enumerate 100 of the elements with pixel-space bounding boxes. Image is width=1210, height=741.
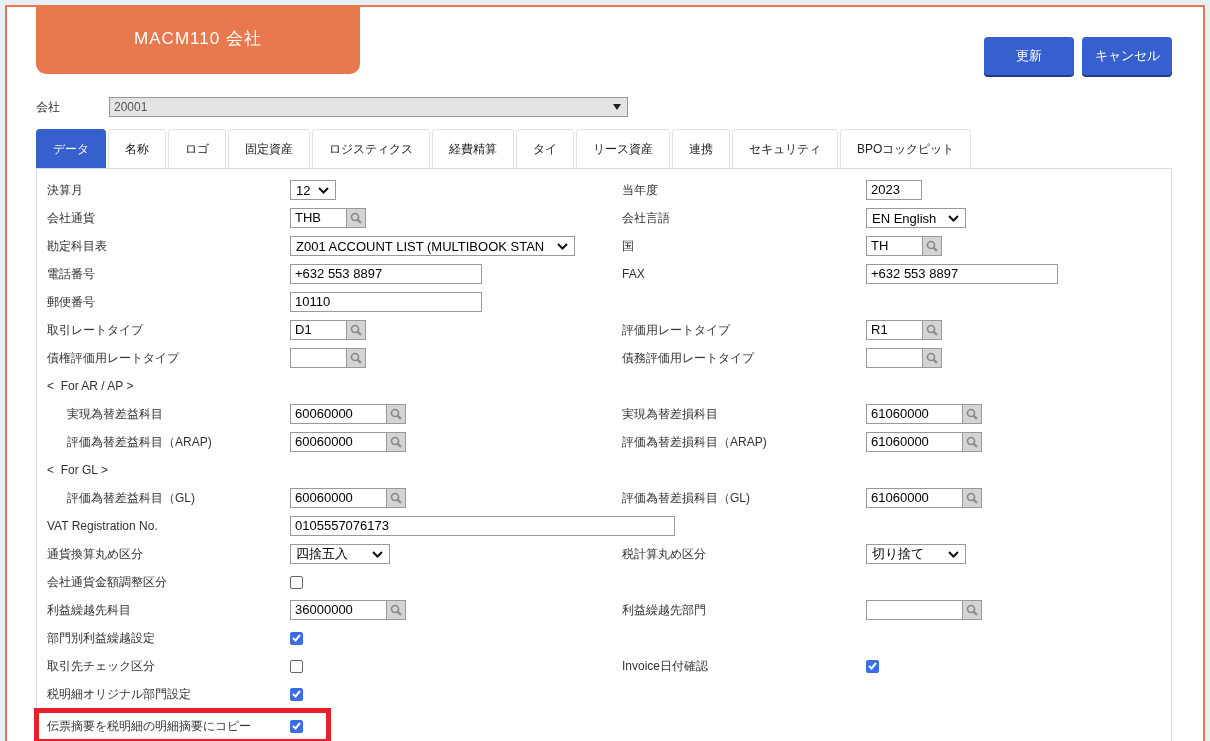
checkbox[interactable] — [290, 631, 303, 645]
tab[interactable]: 連携 — [672, 129, 730, 168]
field-label: 評価用レートタイプ — [622, 321, 732, 339]
lookup-field[interactable]: 36000000 — [290, 600, 386, 620]
search-button[interactable] — [386, 600, 406, 620]
section-heading: < For GL > — [47, 462, 109, 479]
field-label: 税計算丸め区分 — [622, 545, 707, 563]
field-label: 勘定科目表 — [47, 237, 108, 255]
search-icon — [926, 352, 938, 364]
update-button[interactable]: 更新 — [984, 37, 1074, 75]
field-label: 当年度 — [622, 181, 659, 199]
checkbox[interactable] — [290, 719, 303, 733]
chevron-down-icon — [948, 550, 959, 558]
tab[interactable]: 名称 — [108, 129, 166, 168]
field-label: 評価為替差損科目（GL) — [622, 489, 751, 507]
lookup-field[interactable]: 61060000 — [866, 432, 962, 452]
search-button[interactable] — [962, 488, 982, 508]
field-label: 実現為替差損科目 — [622, 405, 719, 423]
search-icon — [966, 492, 978, 504]
search-icon — [350, 212, 362, 224]
field-label: 部門別利益繰越設定 — [47, 629, 156, 647]
search-icon — [966, 436, 978, 448]
search-button[interactable] — [962, 432, 982, 452]
lookup-field[interactable]: 60060000 — [290, 404, 386, 424]
tab[interactable]: リース資産 — [576, 129, 670, 168]
tab[interactable]: データ — [36, 129, 106, 168]
company-select[interactable]: 20001 — [109, 97, 628, 117]
field-label: 電話番号 — [47, 265, 96, 283]
search-button[interactable] — [346, 348, 366, 368]
tab[interactable]: 経費精算 — [432, 129, 514, 168]
tab[interactable]: BPOコックピット — [840, 129, 972, 168]
lookup-field[interactable]: 60060000 — [290, 432, 386, 452]
tab[interactable]: 固定資産 — [228, 129, 310, 168]
search-button[interactable] — [922, 236, 942, 256]
lookup-field[interactable]: 61060000 — [866, 404, 962, 424]
chevron-down-icon — [372, 550, 383, 558]
select-field[interactable]: 12 — [290, 180, 336, 200]
field-label: 実現為替差益科目 — [66, 405, 164, 423]
field-label: 評価為替差益科目（ARAP) — [66, 433, 213, 451]
field-label: 伝票摘要を税明細の明細摘要にコピー — [47, 717, 252, 735]
search-icon — [390, 492, 402, 504]
search-icon — [390, 604, 402, 616]
search-icon — [390, 408, 402, 420]
search-button[interactable] — [386, 488, 406, 508]
select-field[interactable]: Z001 ACCOUNT LIST (MULTIBOOK STAN — [290, 236, 575, 256]
search-icon — [390, 436, 402, 448]
search-button[interactable] — [922, 348, 942, 368]
tab[interactable]: ロジスティクス — [312, 129, 430, 168]
checkbox[interactable] — [866, 659, 879, 673]
section-heading: < For AR / AP > — [47, 378, 135, 395]
field-label: 国 — [622, 237, 635, 255]
search-icon — [926, 324, 938, 336]
search-icon — [966, 408, 978, 420]
field-label: 郵便番号 — [47, 293, 96, 311]
dropdown-arrow-icon — [613, 104, 621, 110]
field-label: 取引レートタイプ — [47, 321, 145, 339]
lookup-field[interactable] — [866, 600, 962, 620]
text-field[interactable]: 2023 — [866, 180, 922, 200]
field-label: 会社通貨金額調整区分 — [47, 573, 168, 591]
tab[interactable]: セキュリティ — [732, 129, 838, 168]
text-field[interactable]: 10110 — [290, 292, 482, 312]
search-button[interactable] — [922, 320, 942, 340]
search-icon — [350, 352, 362, 364]
chevron-down-icon — [948, 214, 959, 222]
search-icon — [350, 324, 362, 336]
tab[interactable]: ロゴ — [168, 129, 226, 168]
text-field[interactable]: 0105557076173 — [290, 516, 675, 536]
select-field[interactable]: 四捨五入 — [290, 544, 390, 564]
field-label: 決算月 — [47, 181, 84, 199]
field-label: VAT Registration No. — [47, 519, 159, 533]
search-button[interactable] — [962, 600, 982, 620]
select-field[interactable]: 切り捨て — [866, 544, 966, 564]
cancel-button[interactable]: キャンセル — [1082, 37, 1172, 75]
field-label: 債権評価用レートタイプ — [47, 349, 181, 367]
field-label: 会社通貨 — [47, 209, 96, 227]
search-button[interactable] — [386, 432, 406, 452]
search-button[interactable] — [346, 208, 366, 228]
tab[interactable]: タイ — [516, 129, 574, 168]
checkbox[interactable] — [290, 659, 303, 673]
lookup-field[interactable]: 60060000 — [290, 488, 386, 508]
search-button[interactable] — [386, 404, 406, 424]
lookup-field[interactable]: 61060000 — [866, 488, 962, 508]
field-label: 税明細オリジナル部門設定 — [47, 685, 192, 703]
search-button[interactable] — [346, 320, 366, 340]
select-field[interactable]: EN English — [866, 208, 966, 228]
search-button[interactable] — [962, 404, 982, 424]
checkbox[interactable] — [290, 575, 303, 589]
field-label: 会社 — [36, 98, 61, 116]
field-label: 会社言語 — [622, 209, 671, 227]
search-icon — [966, 604, 978, 616]
field-label: 利益繰越先部門 — [622, 601, 707, 619]
checkbox[interactable] — [290, 687, 303, 701]
chevron-down-icon — [318, 186, 329, 194]
chevron-down-icon — [557, 242, 568, 250]
text-field[interactable]: +632 553 8897 — [866, 264, 1058, 284]
field-label: Invoice日付確認 — [622, 657, 710, 675]
page-title: MACM110 会社 — [36, 7, 360, 74]
field-label: 通貨換算丸め区分 — [47, 545, 144, 563]
text-field[interactable]: +632 553 8897 — [290, 264, 482, 284]
search-icon — [926, 240, 938, 252]
